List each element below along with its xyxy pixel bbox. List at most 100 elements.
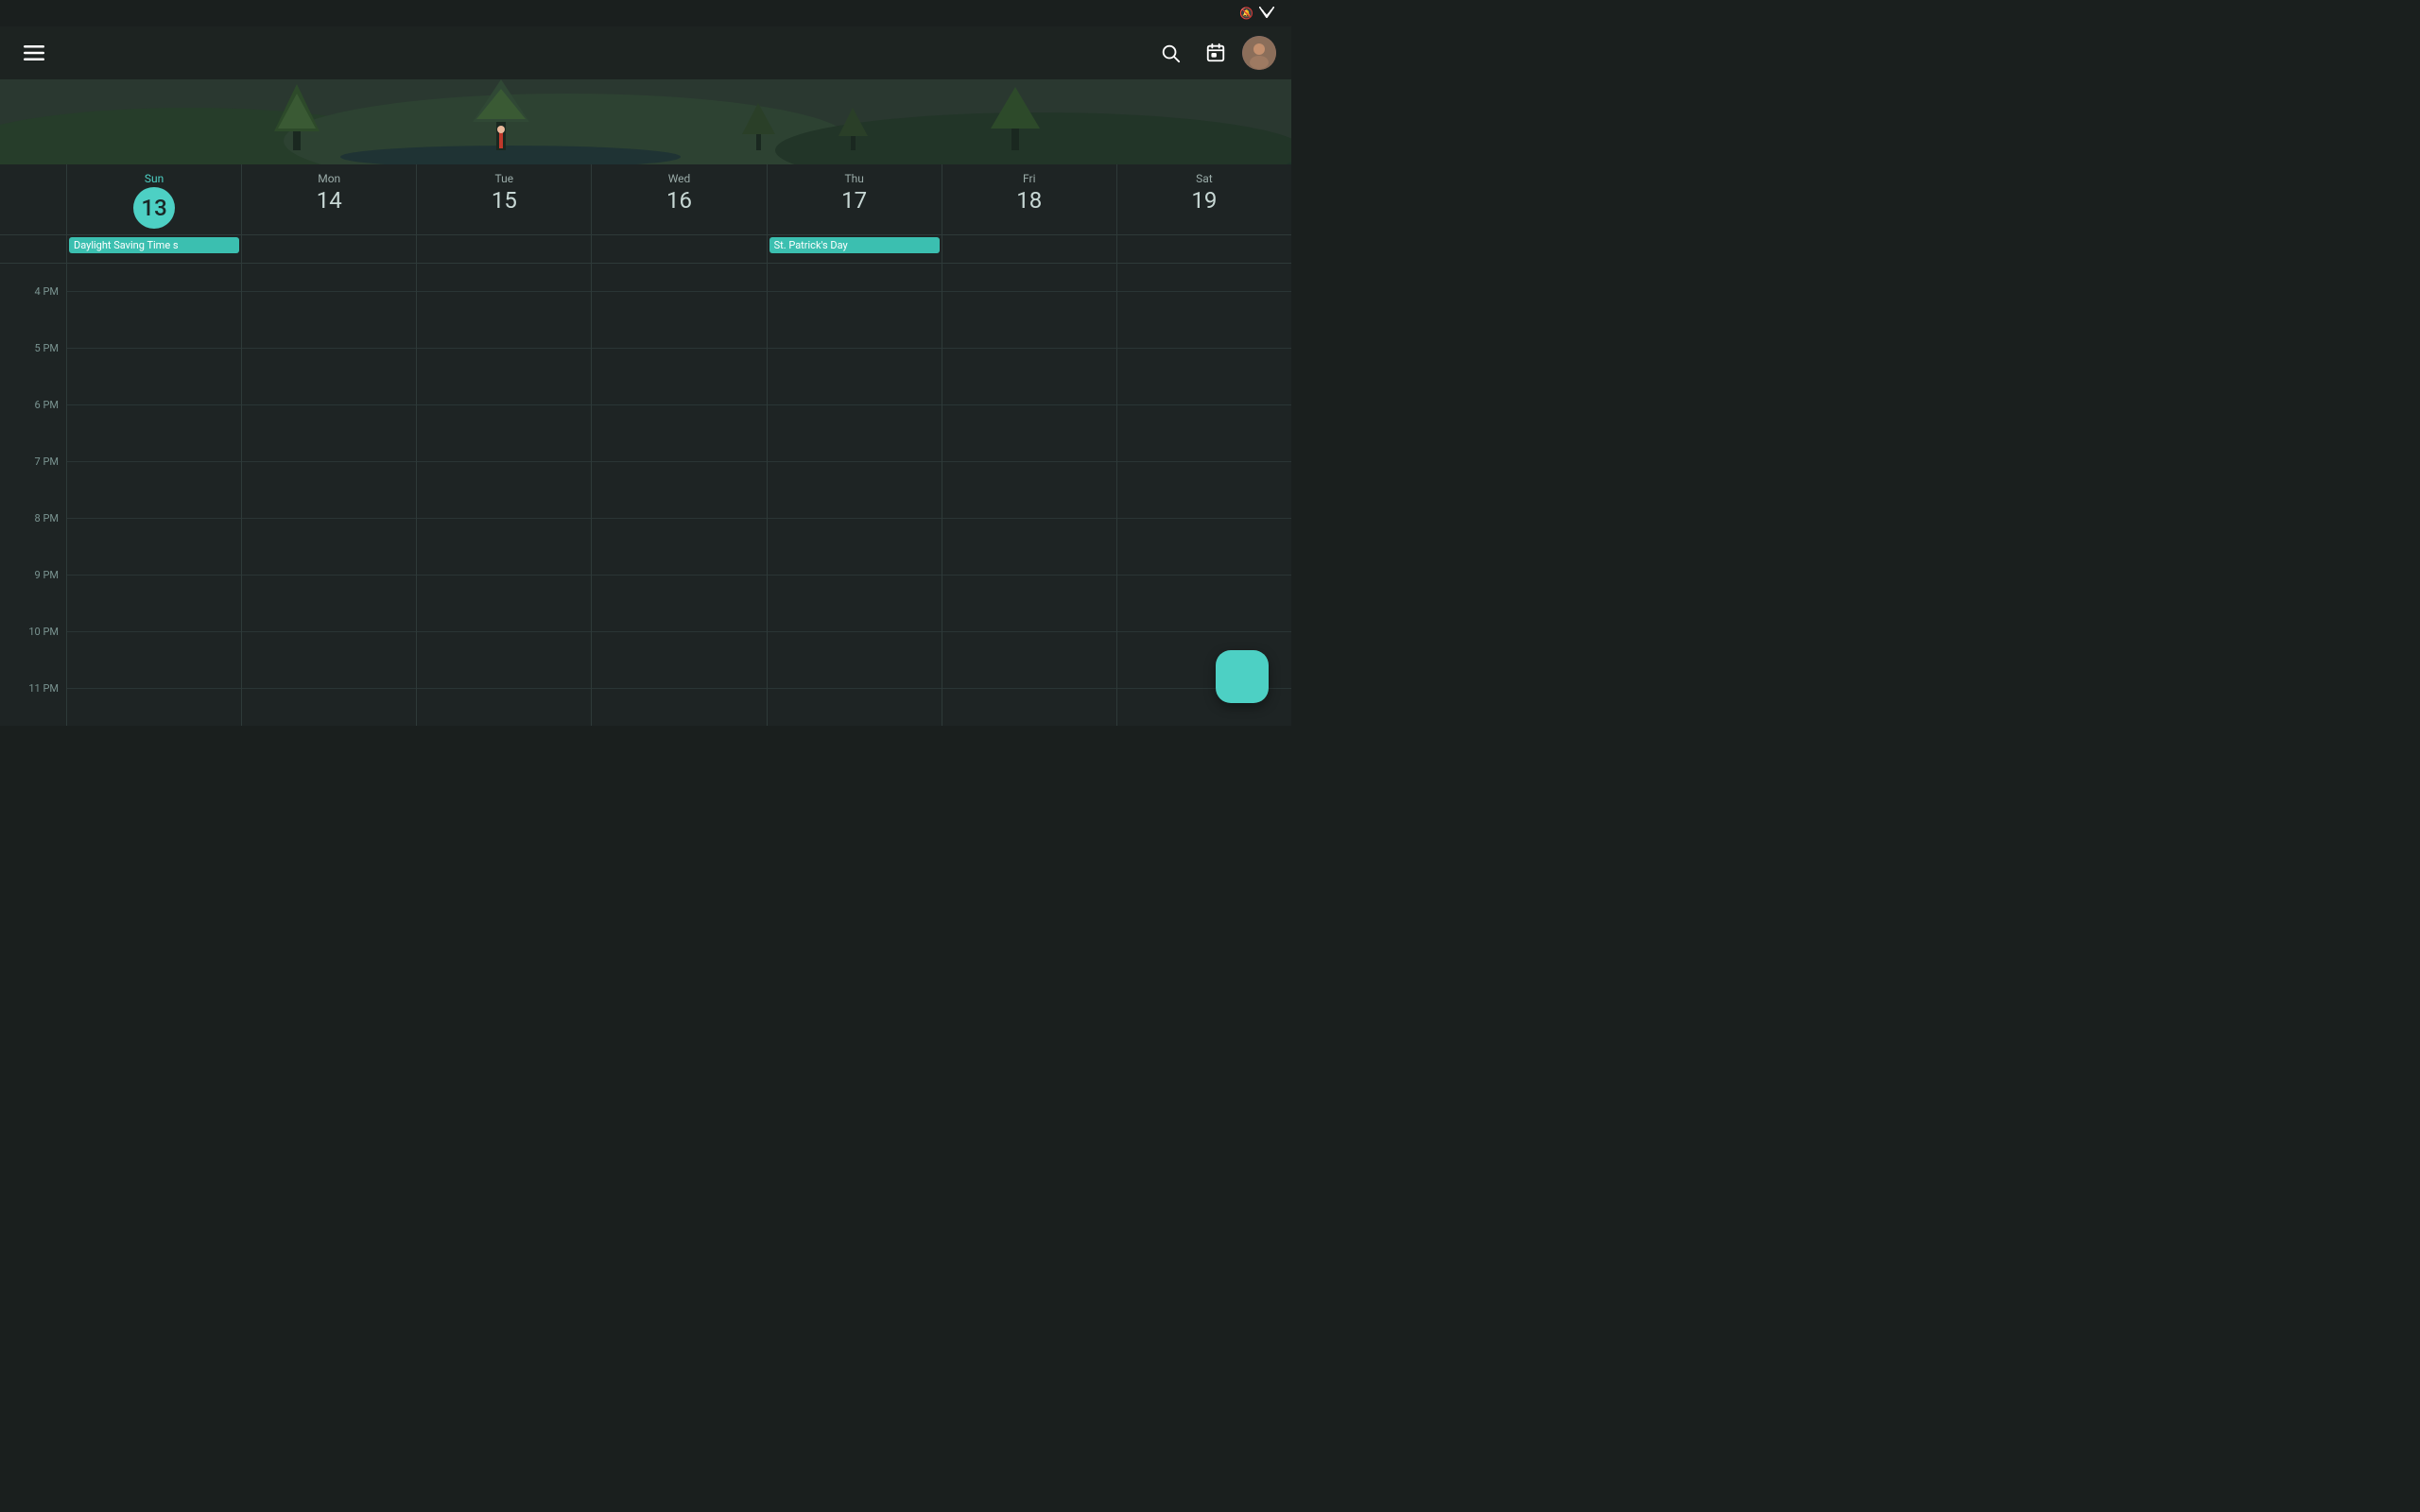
hour-cell[interactable] (768, 264, 942, 292)
hour-cell[interactable] (942, 349, 1116, 405)
day-number-sat[interactable]: 19 (1117, 187, 1291, 214)
dst-event[interactable]: Daylight Saving Time s (69, 237, 239, 253)
hour-cell[interactable] (592, 292, 766, 349)
hour-cell[interactable] (1117, 576, 1291, 632)
day-name-fri: Fri (942, 172, 1116, 185)
day-number-fri[interactable]: 18 (942, 187, 1116, 214)
day-number-sun[interactable]: 13 (67, 187, 241, 229)
hour-cell[interactable] (768, 632, 942, 689)
hour-cell[interactable] (417, 632, 591, 689)
time-col-header (0, 164, 66, 234)
day-col-wed: Wed 16 (591, 164, 766, 234)
hour-cell[interactable] (1117, 462, 1291, 519)
allday-col-wed (591, 235, 766, 263)
hour-cell[interactable] (242, 462, 416, 519)
hour-cell[interactable] (242, 292, 416, 349)
hour-cell[interactable] (67, 292, 241, 349)
hour-cell[interactable] (67, 689, 241, 726)
hour-cell[interactable] (942, 264, 1116, 292)
hour-cell[interactable] (592, 576, 766, 632)
hour-cell[interactable] (417, 576, 591, 632)
hour-cell[interactable] (592, 349, 766, 405)
hour-cell[interactable] (768, 462, 942, 519)
hour-cell[interactable] (417, 292, 591, 349)
hour-cell[interactable] (242, 349, 416, 405)
hour-cell[interactable] (242, 405, 416, 462)
hour-cell[interactable] (417, 519, 591, 576)
day-name-sun: Sun (67, 172, 241, 185)
hour-cell[interactable] (417, 349, 591, 405)
day-headers: Sun 13 Mon 14 Tue 15 Wed 16 Thu 17 Fri 1… (0, 164, 1291, 235)
avatar[interactable] (1242, 36, 1276, 70)
day-col-thu: Thu 17 (767, 164, 942, 234)
search-button[interactable] (1151, 34, 1189, 72)
hour-cell[interactable] (1117, 519, 1291, 576)
grid-col-fri (942, 264, 1116, 726)
allday-col-fri (942, 235, 1116, 263)
hour-cell[interactable] (592, 689, 766, 726)
hour-cell[interactable] (942, 292, 1116, 349)
hour-cell[interactable] (1117, 405, 1291, 462)
patrick-event[interactable]: St. Patrick's Day (769, 237, 940, 253)
status-bar: 🔕 (0, 0, 1291, 26)
time-label-9pm: 9 PM (0, 576, 66, 632)
day-name-tue: Tue (417, 172, 591, 185)
grid-col-tue (416, 264, 591, 726)
hour-cell[interactable] (417, 462, 591, 519)
hour-cell[interactable] (1117, 264, 1291, 292)
hour-cell[interactable] (67, 632, 241, 689)
hour-cell[interactable] (942, 462, 1116, 519)
calendar-container: Sun 13 Mon 14 Tue 15 Wed 16 Thu 17 Fri 1… (0, 164, 1291, 726)
hour-cell[interactable] (242, 519, 416, 576)
hour-cell[interactable] (417, 689, 591, 726)
hour-cell[interactable] (768, 519, 942, 576)
hour-cell[interactable] (1117, 349, 1291, 405)
hour-cell[interactable] (768, 689, 942, 726)
hour-cell[interactable] (67, 349, 241, 405)
hour-cell[interactable] (1117, 292, 1291, 349)
hour-cell[interactable] (768, 576, 942, 632)
hour-cell[interactable] (942, 519, 1116, 576)
illustration-banner (0, 79, 1291, 164)
time-grid-scroll[interactable]: 1 AM 2 AM 3 AM 4 AM 5 AM 6 AM 7 AM 8 AM … (0, 264, 1291, 726)
hour-cell[interactable] (242, 689, 416, 726)
hour-cell[interactable] (942, 632, 1116, 689)
day-number-tue[interactable]: 15 (417, 187, 591, 214)
day-number-wed[interactable]: 16 (592, 187, 766, 214)
hour-cell[interactable] (67, 264, 241, 292)
menu-button[interactable] (15, 34, 53, 72)
hour-cell[interactable] (67, 405, 241, 462)
hour-cell[interactable] (242, 264, 416, 292)
hour-cell[interactable] (242, 632, 416, 689)
day-name-mon: Mon (242, 172, 416, 185)
day-number-mon[interactable]: 14 (242, 187, 416, 214)
hour-cell[interactable] (67, 519, 241, 576)
hour-cell[interactable] (768, 349, 942, 405)
day-col-mon: Mon 14 (241, 164, 416, 234)
hour-cell[interactable] (768, 292, 942, 349)
hour-cell[interactable] (592, 462, 766, 519)
hour-cell[interactable] (942, 576, 1116, 632)
hour-cell[interactable] (592, 405, 766, 462)
hour-cell[interactable] (67, 576, 241, 632)
today-button[interactable] (1197, 34, 1235, 72)
hour-cell[interactable] (942, 405, 1116, 462)
hour-cell[interactable] (242, 576, 416, 632)
hour-cell[interactable] (67, 462, 241, 519)
hour-cell[interactable] (417, 264, 591, 292)
time-label-11pm: 11 PM (0, 689, 66, 726)
hour-cell[interactable] (768, 405, 942, 462)
hour-cell[interactable] (592, 632, 766, 689)
time-label-10pm: 10 PM (0, 632, 66, 689)
hour-cell[interactable] (942, 689, 1116, 726)
fab-add-button[interactable] (1216, 650, 1269, 703)
allday-col-tue (416, 235, 591, 263)
hour-cell[interactable] (592, 519, 766, 576)
time-labels-col: 1 AM 2 AM 3 AM 4 AM 5 AM 6 AM 7 AM 8 AM … (0, 264, 66, 726)
hour-cell[interactable] (592, 264, 766, 292)
header-actions (1151, 34, 1276, 72)
grid-col-wed (591, 264, 766, 726)
hour-cell[interactable] (417, 405, 591, 462)
day-number-thu[interactable]: 17 (768, 187, 942, 214)
time-label-8pm: 8 PM (0, 519, 66, 576)
